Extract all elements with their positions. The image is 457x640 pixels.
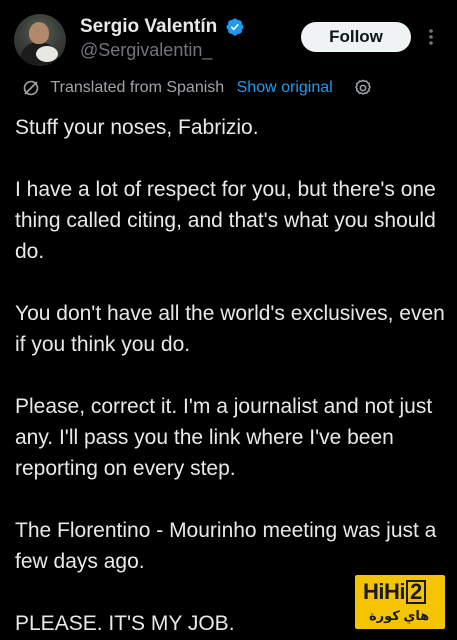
settings-gear-icon[interactable] xyxy=(353,78,373,98)
watermark-brand-prefix: HiHi xyxy=(363,579,406,604)
watermark-brand-number: 2 xyxy=(406,580,426,604)
translation-bar: Translated from Spanish Show original xyxy=(22,77,373,99)
avatar-dog-shape xyxy=(36,46,58,62)
tweet-paragraph: The Florentino - Mourinho meeting was ju… xyxy=(15,519,437,573)
show-original-link[interactable]: Show original xyxy=(237,77,333,99)
tweet-header: Sergio Valentín @Sergivalentin_ Follow xyxy=(14,14,444,66)
tweet-paragraph: You don't have all the world's exclusive… xyxy=(15,302,445,356)
more-vertical-icon[interactable] xyxy=(422,24,440,50)
tweet-paragraph: I have a lot of respect for you, but the… xyxy=(15,178,436,263)
translate-icon xyxy=(23,80,39,96)
translated-from-label: Translated from Spanish xyxy=(50,79,225,96)
avatar[interactable] xyxy=(14,14,66,66)
author-display-name[interactable]: Sergio Valentín xyxy=(80,16,217,38)
follow-button[interactable]: Follow xyxy=(301,22,411,52)
avatar-head-shape xyxy=(29,22,49,44)
author-info[interactable]: Sergio Valentín @Sergivalentin_ xyxy=(80,16,245,61)
watermark-arabic-text: هاي كورة xyxy=(369,608,430,623)
hihi2-watermark-logo: HiHi 2 هاي كورة xyxy=(355,575,445,629)
verified-badge-icon xyxy=(226,18,244,36)
tweet-paragraph: Stuff your noses, Fabrizio. xyxy=(15,116,259,139)
tweet-text: Stuff your noses, Fabrizio. I have a lot… xyxy=(15,112,445,639)
author-handle[interactable]: @Sergivalentin_ xyxy=(80,40,245,61)
tweet-paragraph: Please, correct it. I'm a journalist and… xyxy=(15,395,433,480)
watermark-brand: HiHi 2 xyxy=(363,579,426,605)
